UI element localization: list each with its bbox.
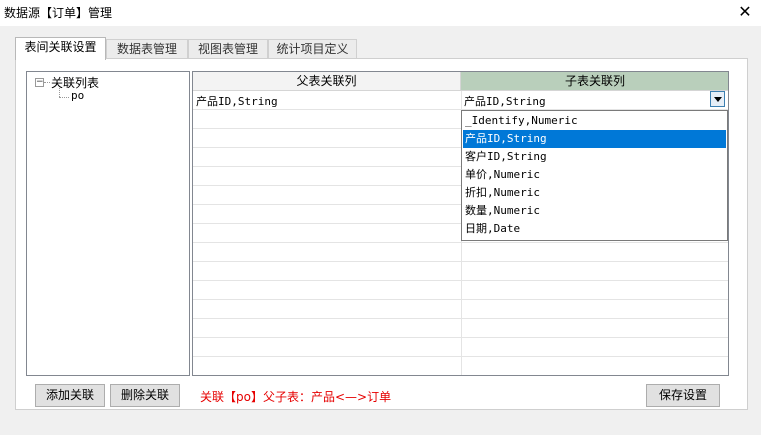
window-title: 数据源【订单】管理 <box>4 6 113 20</box>
tab-statistics[interactable]: 统计项目定义 <box>268 39 357 59</box>
table-row[interactable] <box>193 338 728 357</box>
table-row[interactable] <box>193 319 728 338</box>
dropdown-option[interactable]: 客户ID,String <box>463 148 726 166</box>
dropdown-option[interactable]: 折扣,Numeric <box>463 184 726 202</box>
collapse-icon[interactable]: − <box>35 78 44 87</box>
table-row[interactable] <box>193 281 728 300</box>
child-column-combo[interactable]: 产品ID,String <box>464 93 546 109</box>
table-row[interactable]: 产品ID,String 产品ID,String <box>193 91 728 110</box>
tab-table-relations[interactable]: 表间关联设置 <box>15 37 106 60</box>
tree-line <box>44 82 50 83</box>
tree-child-node[interactable]: po <box>71 89 84 102</box>
dropdown-option[interactable]: 单价,Numeric <box>463 166 726 184</box>
tab-data-tables[interactable]: 数据表管理 <box>106 39 188 59</box>
table-row[interactable] <box>193 357 728 375</box>
dropdown-option-selected[interactable]: 产品ID,String <box>463 130 726 148</box>
table-row[interactable] <box>193 243 728 262</box>
child-column-header: 子表关联列 <box>461 72 728 91</box>
table-row[interactable] <box>193 262 728 281</box>
close-icon[interactable]: ✕ <box>737 2 753 22</box>
table-row[interactable] <box>193 300 728 319</box>
dropdown-option[interactable]: 数量,Numeric <box>463 202 726 220</box>
relation-tree[interactable]: − 关联列表 po <box>26 71 190 376</box>
tab-view-tables[interactable]: 视图表管理 <box>188 39 268 59</box>
child-column-dropdown[interactable]: _Identify,Numeric 产品ID,String 客户ID,Strin… <box>461 110 728 241</box>
title-bar: 数据源【订单】管理 ✕ <box>0 0 761 26</box>
dropdown-option[interactable]: _Identify,Numeric <box>463 112 726 130</box>
chevron-down-icon[interactable] <box>710 91 725 107</box>
save-settings-button[interactable]: 保存设置 <box>646 384 720 407</box>
dropdown-option[interactable]: 日期,Date <box>463 220 726 238</box>
status-text: 关联【po】父子表：产品<—>订单 <box>200 390 392 404</box>
add-relation-button[interactable]: 添加关联 <box>35 384 105 407</box>
tree-line <box>59 88 60 97</box>
parent-column-cell[interactable]: 产品ID,String <box>196 93 278 109</box>
tree-line <box>59 97 69 98</box>
parent-column-header: 父表关联列 <box>193 72 461 91</box>
delete-relation-button[interactable]: 删除关联 <box>110 384 180 407</box>
